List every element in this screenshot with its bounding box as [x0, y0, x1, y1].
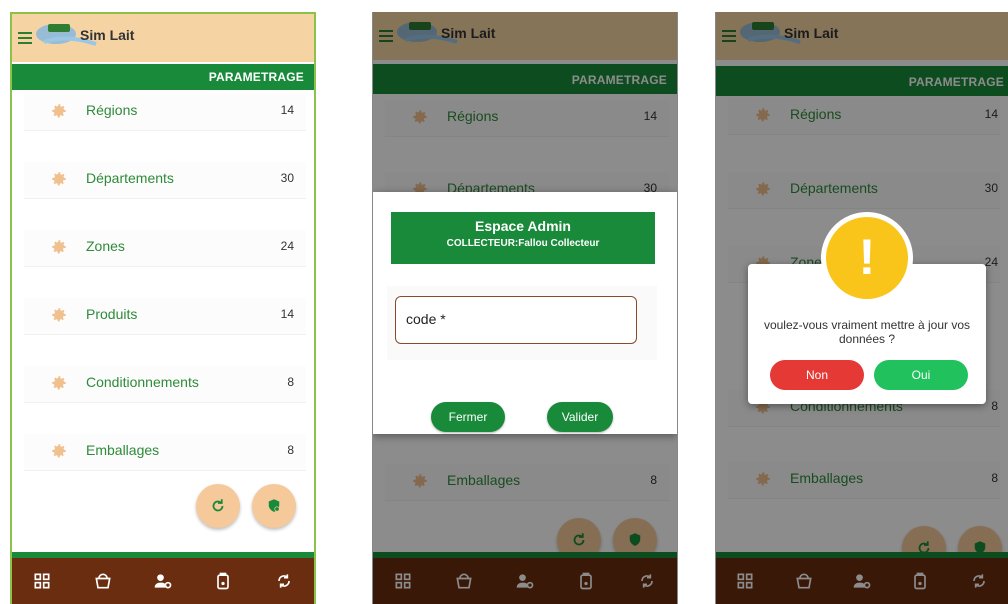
bottom-nav [12, 558, 314, 604]
app-title: Sim Lait [80, 27, 135, 43]
list-item-count: 24 [280, 239, 294, 253]
settings-shield-icon [268, 499, 280, 512]
list-item-count: 8 [287, 375, 294, 389]
warning-icon: ! [821, 212, 913, 304]
code-field-card: code * [387, 286, 657, 360]
list-item-zones[interactable]: Zones 24 [24, 230, 306, 267]
hamburger-menu-icon[interactable] [18, 32, 32, 44]
list-item-count: 30 [280, 171, 294, 185]
dashboard-grid-icon[interactable] [31, 570, 53, 592]
list-item-count: 14 [280, 307, 294, 321]
admin-modal: Espace Admin COLLECTEUR:Fallou Collecteu… [373, 192, 677, 434]
user-settings-icon[interactable] [152, 570, 174, 592]
section-bar: PARAMETRAGE [12, 64, 314, 90]
sync-icon[interactable] [273, 570, 295, 592]
list-item-label: Produits [86, 306, 138, 322]
milk-jar-icon[interactable] [212, 570, 234, 592]
list-item-regions[interactable]: Régions 14 [24, 94, 306, 131]
yes-button[interactable]: Oui [874, 360, 968, 390]
code-input-label: code * [406, 311, 446, 327]
list-item-departements[interactable]: Départements 30 [24, 162, 306, 199]
warning-icon-disc: ! [826, 217, 908, 299]
list-item-count: 8 [287, 443, 294, 457]
phone-screen-admin-modal: Sim Lait PARAMETRAGE Régions 14 Départem… [372, 12, 678, 604]
list-item-produits[interactable]: Produits 14 [24, 298, 306, 335]
no-button[interactable]: Non [770, 360, 864, 390]
phone-screen-confirm-alert: Sim Lait PARAMETRAGE Régions 14 Départem… [715, 12, 1008, 604]
list-item-count: 14 [280, 103, 294, 117]
gear-icon [50, 442, 68, 460]
gear-icon [50, 170, 68, 188]
list-item-label: Départements [86, 170, 174, 186]
admin-modal-subtitle: COLLECTEUR:Fallou Collecteur [446, 238, 600, 249]
gear-icon [50, 102, 68, 120]
admin-modal-title: Espace Admin [475, 218, 571, 234]
list-item-emballages[interactable]: Emballages 8 [24, 434, 306, 471]
gear-icon [50, 374, 68, 392]
confirm-alert-message: voulez-vous vraiment mettre à jour vos d… [763, 318, 971, 346]
admin-modal-header: Espace Admin COLLECTEUR:Fallou Collecteu… [391, 212, 655, 264]
code-input[interactable]: code * [395, 296, 637, 344]
settings-shield-button[interactable] [252, 484, 296, 528]
close-button[interactable]: Fermer [431, 402, 505, 432]
list-item-label: Régions [86, 102, 138, 118]
list-item-label: Emballages [86, 442, 160, 458]
phone-screen-parametrage: Sim Lait PARAMETRAGE Régions 14 Départem… [10, 12, 316, 604]
refresh-button[interactable] [196, 484, 240, 528]
list-item-label: Conditionnements [86, 374, 199, 390]
gear-icon [50, 238, 68, 256]
app-header: Sim Lait [12, 14, 314, 62]
gear-icon [50, 306, 68, 324]
list-item-conditionnements[interactable]: Conditionnements 8 [24, 366, 306, 403]
section-title: PARAMETRAGE [208, 70, 304, 84]
validate-button[interactable]: Valider [547, 402, 613, 432]
milk-bucket-icon[interactable] [92, 570, 114, 592]
refresh-icon [212, 499, 224, 512]
list-item-label: Zones [86, 238, 125, 254]
warning-icon-mark: ! [858, 229, 876, 285]
